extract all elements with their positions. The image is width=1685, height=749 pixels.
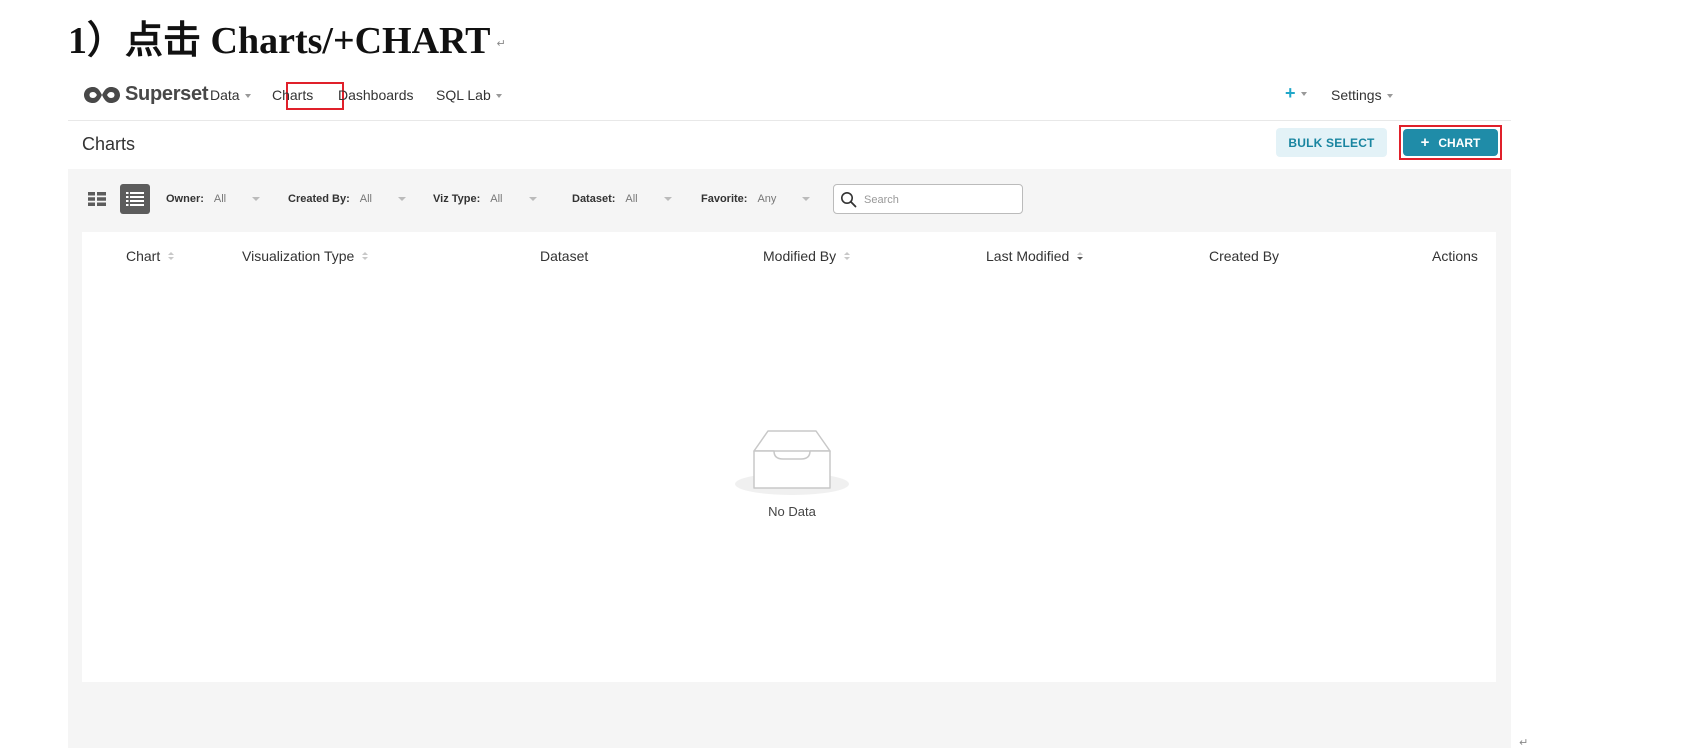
nav-data[interactable]: Data xyxy=(210,87,251,103)
add-new-menu[interactable]: + xyxy=(1285,83,1307,103)
nav-sql-lab[interactable]: SQL Lab xyxy=(436,87,502,103)
page-subheader: Charts BULK SELECT + CHART xyxy=(68,121,1511,169)
column-header-visualization-type[interactable]: Visualization Type xyxy=(242,248,369,264)
column-header-label: Last Modified xyxy=(986,248,1070,264)
chevron-down-icon xyxy=(1300,92,1307,96)
brand-name: Superset xyxy=(125,83,209,105)
column-header-actions: Actions xyxy=(1432,248,1478,264)
nav-settings[interactable]: Settings xyxy=(1331,87,1393,103)
owner-filter-label: Owner: xyxy=(166,193,204,205)
doc-heading: 1）点击 Charts/+CHART ↵ xyxy=(68,14,506,71)
superset-logo-icon xyxy=(84,86,120,103)
sort-icon xyxy=(844,252,851,260)
owner-filter[interactable]: Owner: All xyxy=(166,193,261,205)
viz-type-filter[interactable]: Viz Type: All xyxy=(433,193,537,205)
empty-state: No Data xyxy=(732,424,852,519)
chevron-down-icon xyxy=(1386,94,1393,98)
chevron-down-icon xyxy=(495,94,502,98)
column-header-label: Chart xyxy=(126,248,161,264)
nav-sql-lab-label: SQL Lab xyxy=(436,87,491,103)
column-header-label: Visualization Type xyxy=(242,248,355,264)
favorite-filter[interactable]: Favorite: Any xyxy=(701,193,811,205)
filters-bar: Owner: All Created By: All Viz Type: All… xyxy=(68,170,1511,226)
nav-dashboards-label: Dashboards xyxy=(338,87,414,103)
doc-heading-text: 1）点击 Charts/+CHART xyxy=(68,20,491,62)
column-header-label: Actions xyxy=(1432,248,1478,264)
column-header-created-by: Created By xyxy=(1209,248,1279,264)
chevron-down-icon xyxy=(252,197,261,201)
column-header-modified-by[interactable]: Modified By xyxy=(763,248,851,264)
column-header-chart[interactable]: Chart xyxy=(126,248,175,264)
search-icon xyxy=(841,192,857,208)
dataset-filter-value: All xyxy=(625,193,638,205)
dataset-filter-label: Dataset: xyxy=(572,193,616,205)
nav-settings-label: Settings xyxy=(1331,87,1382,103)
nav-dashboards[interactable]: Dashboards xyxy=(338,87,414,103)
column-header-dataset: Dataset xyxy=(540,248,588,264)
empty-inbox-icon xyxy=(735,430,849,495)
created-by-filter[interactable]: Created By: All xyxy=(288,193,406,205)
top-navbar: Superset Data Charts Dashboards SQL Lab … xyxy=(68,72,1511,121)
card-view-toggle[interactable] xyxy=(82,184,112,214)
column-header-label: Created By xyxy=(1209,248,1280,264)
nav-data-label: Data xyxy=(210,87,240,103)
chevron-down-icon xyxy=(528,197,537,201)
chevron-down-icon xyxy=(244,94,251,98)
created-by-filter-value: All xyxy=(359,193,372,205)
viz-type-filter-label: Viz Type: xyxy=(433,193,481,205)
charts-table: Chart Visualization Type Dataset Modifie… xyxy=(82,232,1496,682)
page-return-mark: ↵ xyxy=(1519,736,1529,749)
nav-charts[interactable]: Charts xyxy=(272,87,313,103)
favorite-filter-value: Any xyxy=(757,193,777,205)
viz-type-filter-value: All xyxy=(490,193,503,205)
list-view-toggle[interactable] xyxy=(120,184,150,214)
sort-descending-icon xyxy=(1077,252,1084,260)
sort-icon xyxy=(168,252,175,260)
created-by-filter-label: Created By: xyxy=(288,193,350,205)
empty-state-text: No Data xyxy=(768,504,816,519)
chevron-down-icon xyxy=(802,197,811,201)
chevron-down-icon xyxy=(663,197,672,201)
sort-icon xyxy=(362,252,369,260)
return-mark: ↵ xyxy=(496,37,506,51)
nav-charts-label: Charts xyxy=(272,87,314,103)
dataset-filter[interactable]: Dataset: All xyxy=(572,193,672,205)
owner-filter-value: All xyxy=(213,193,227,205)
plus-icon: + xyxy=(1285,83,1296,103)
add-chart-highlight: + CHART xyxy=(1399,125,1502,160)
column-header-last-modified[interactable]: Last Modified xyxy=(986,248,1084,264)
add-chart-button[interactable]: + CHART xyxy=(1403,129,1498,156)
brand[interactable]: Superset xyxy=(82,83,208,106)
column-header-label: Modified By xyxy=(763,248,837,264)
search-box[interactable] xyxy=(833,184,1023,214)
favorite-filter-label: Favorite: xyxy=(701,193,748,205)
column-header-label: Dataset xyxy=(540,248,589,264)
list-view-icon xyxy=(126,192,144,206)
page-title: Charts xyxy=(82,134,136,154)
plus-icon: + xyxy=(1420,134,1430,151)
card-view-icon xyxy=(88,192,106,206)
add-chart-label: CHART xyxy=(1438,135,1481,150)
bulk-select-button[interactable]: BULK SELECT xyxy=(1276,128,1387,157)
chevron-down-icon xyxy=(397,197,406,201)
search-input[interactable] xyxy=(862,190,1016,210)
superset-app: Superset Data Charts Dashboards SQL Lab … xyxy=(68,72,1511,748)
